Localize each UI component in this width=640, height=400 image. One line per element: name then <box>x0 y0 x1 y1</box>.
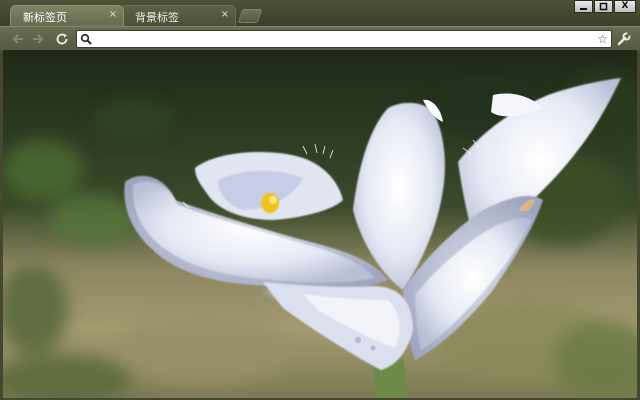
star-icon[interactable]: ☆ <box>597 31 608 47</box>
wrench-menu-button[interactable] <box>616 31 632 47</box>
flower-photo <box>3 50 637 398</box>
tab-strip: 新标签页 × 背景标签 × X <box>0 0 640 26</box>
tab-label: 新标签页 <box>23 11 67 24</box>
omnibox[interactable]: ☆ <box>76 30 612 48</box>
toolbar: ☆ <box>0 26 640 51</box>
tab-close-icon[interactable]: × <box>109 9 117 20</box>
forward-button[interactable] <box>30 31 46 47</box>
address-input[interactable] <box>95 32 591 46</box>
search-icon <box>80 33 92 45</box>
back-button[interactable] <box>10 31 26 47</box>
tab-close-icon[interactable]: × <box>221 9 229 20</box>
forward-arrow-icon <box>33 34 44 44</box>
minimize-button[interactable] <box>574 0 593 13</box>
tab-label: 背景标签 <box>135 11 179 24</box>
back-arrow-icon <box>12 34 23 44</box>
tab-new-tab[interactable]: 新标签页 × <box>10 5 124 26</box>
new-tab-button[interactable] <box>237 9 263 23</box>
maximize-icon <box>599 2 608 11</box>
reload-button[interactable] <box>54 31 70 47</box>
maximize-button[interactable] <box>594 0 613 13</box>
tab-background[interactable]: 背景标签 × <box>120 5 236 26</box>
window-controls: X <box>573 0 636 13</box>
browser-window: 新标签页 × 背景标签 × X ☆ <box>0 0 640 400</box>
reload-icon <box>56 33 68 45</box>
new-tab-page-background <box>3 50 637 398</box>
close-button[interactable]: X <box>614 0 636 13</box>
minimize-icon <box>580 8 587 10</box>
wrench-icon <box>617 32 631 46</box>
